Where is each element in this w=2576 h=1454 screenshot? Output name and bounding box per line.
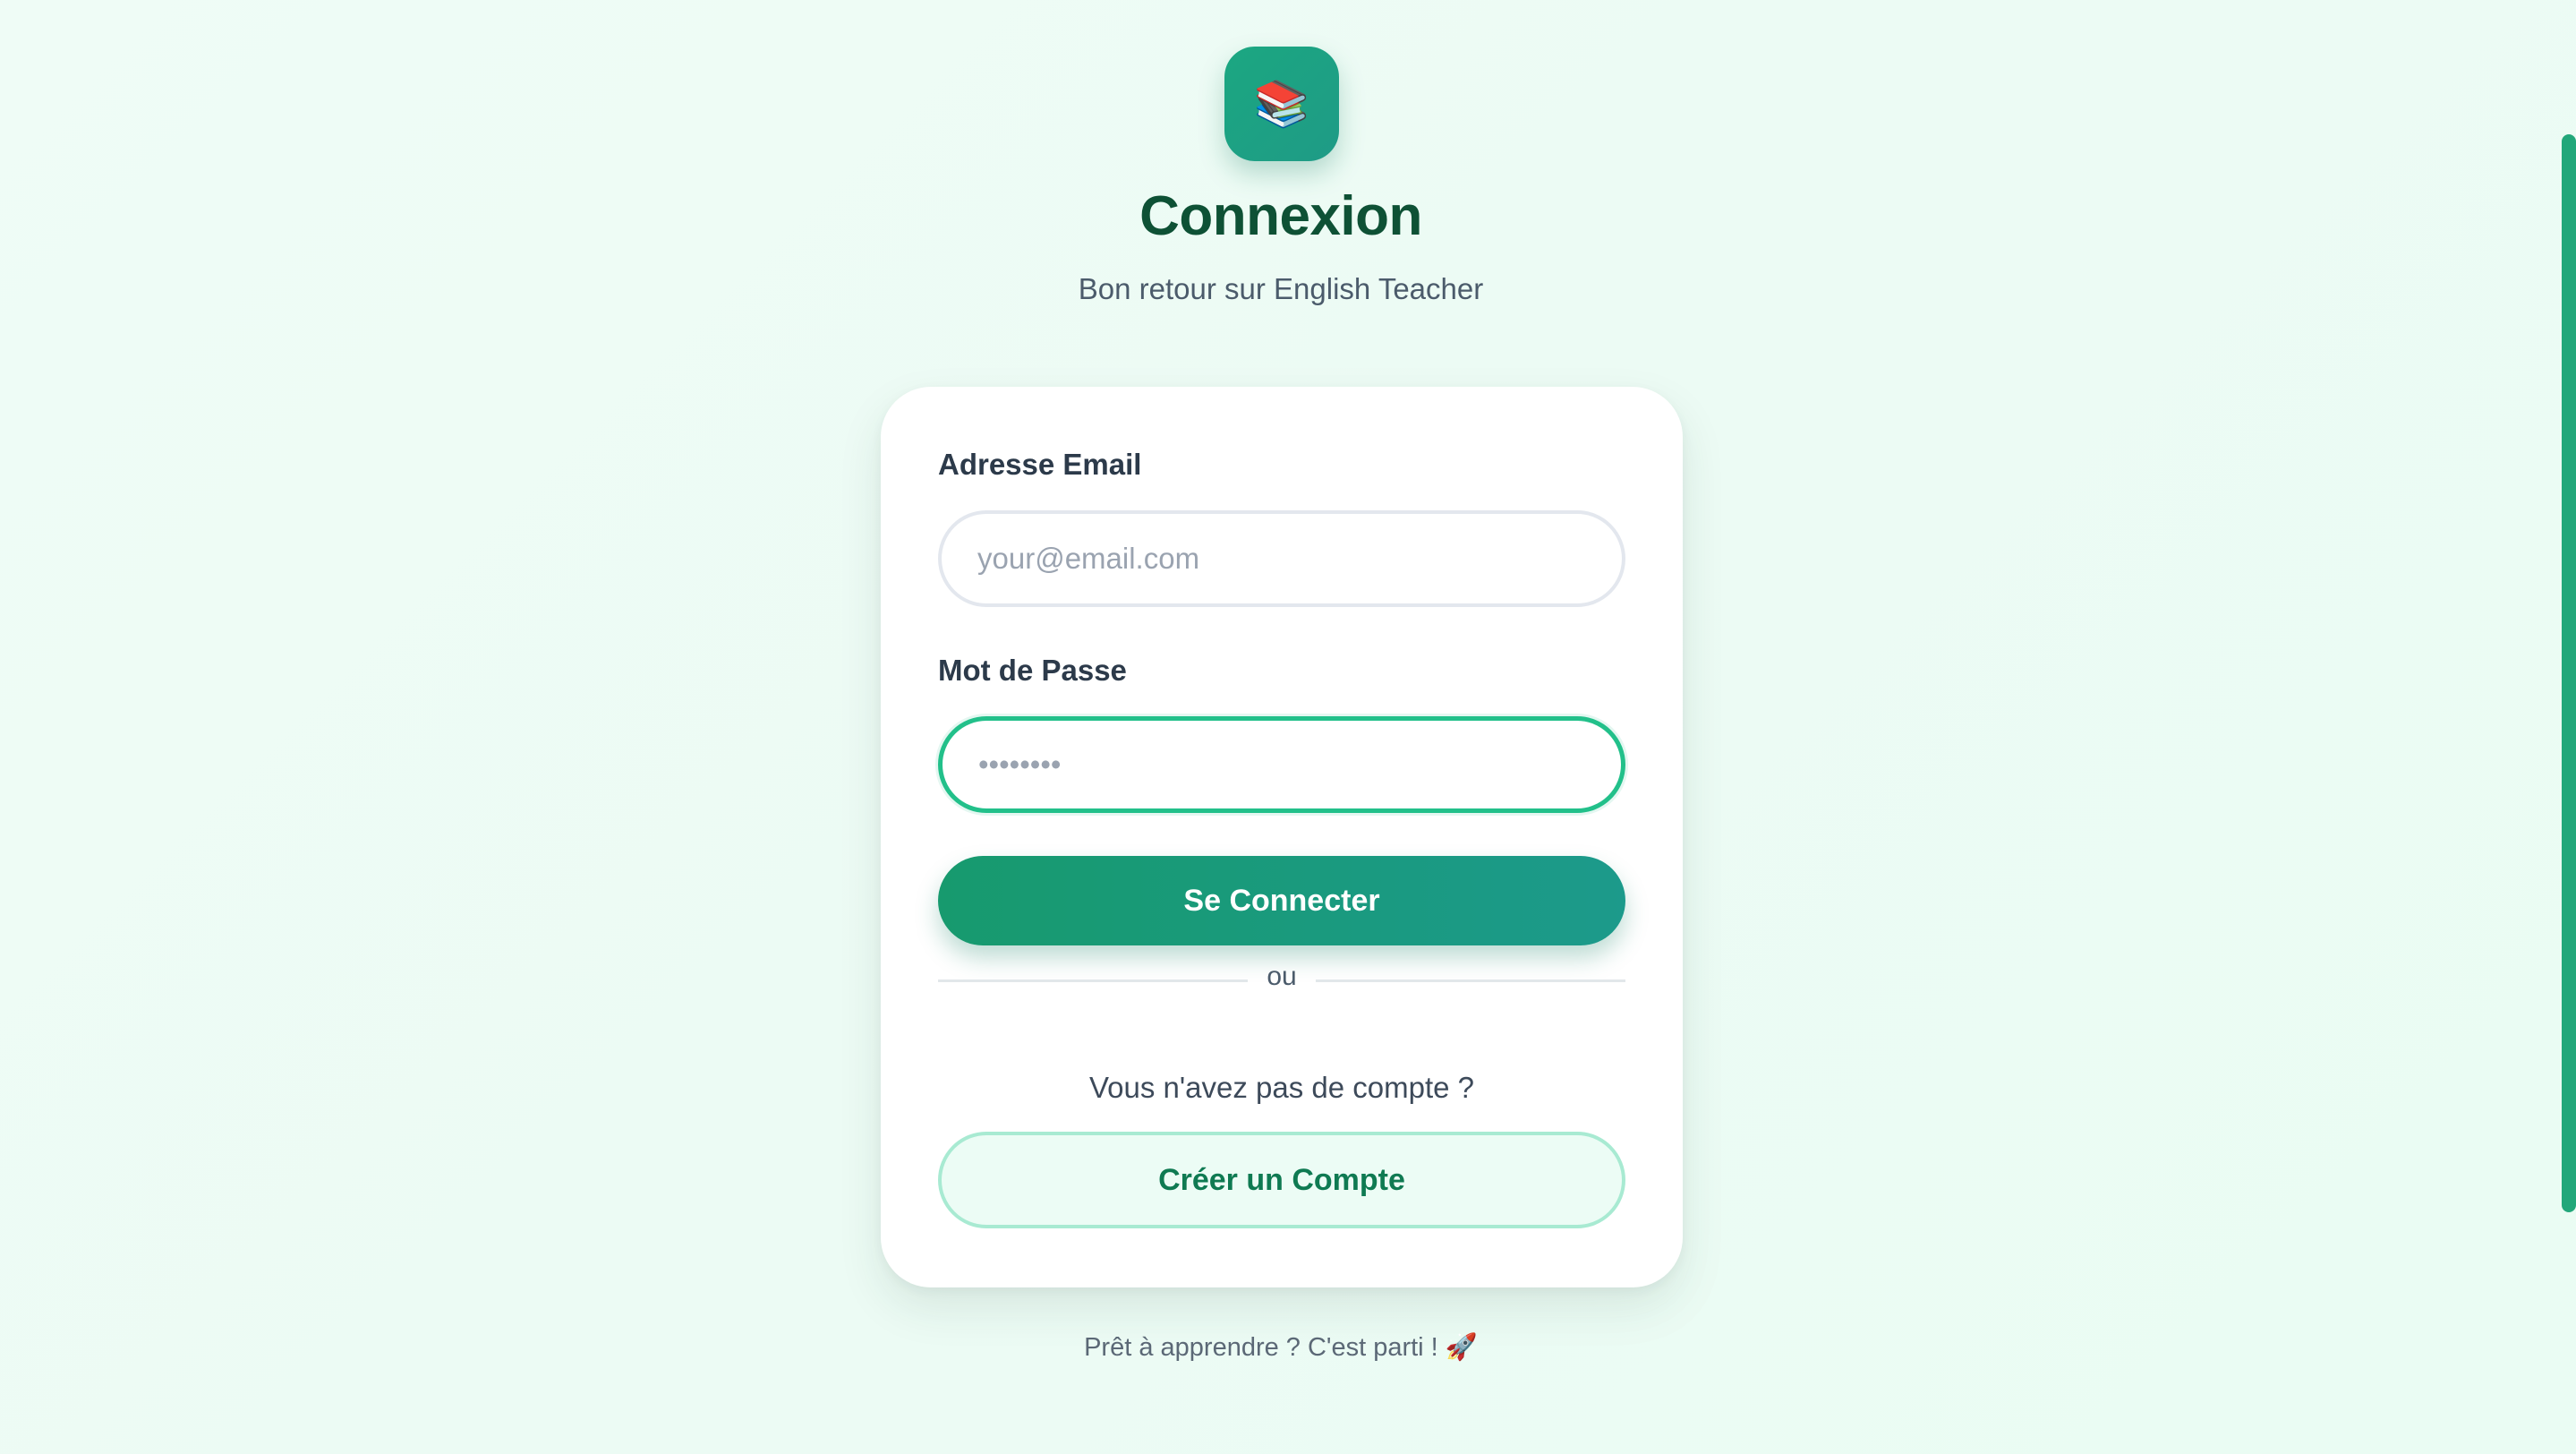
footer-tagline: Prêt à apprendre ? C'est parti ! 🚀 (1084, 1333, 1478, 1362)
login-card: Adresse Email Mot de Passe Se Connecter … (881, 387, 1683, 1287)
email-field[interactable] (938, 510, 1625, 607)
password-field[interactable] (938, 716, 1625, 813)
divider-text: ou (1267, 962, 1297, 991)
create-account-button[interactable]: Créer un Compte (938, 1132, 1625, 1228)
login-page: 📚 Connexion Bon retour sur English Teach… (0, 0, 2576, 1454)
password-label: Mot de Passe (938, 654, 1127, 687)
books-icon: 📚 (1253, 79, 1310, 129)
divider-line-right (1316, 979, 1625, 982)
page-subtitle: Bon retour sur English Teacher (1078, 272, 1484, 305)
email-label: Adresse Email (938, 448, 1142, 481)
login-button[interactable]: Se Connecter (938, 856, 1625, 945)
or-divider: ou (938, 960, 1625, 999)
no-account-text: Vous n'avez pas de compte ? (1088, 1071, 1475, 1104)
scrollbar-thumb[interactable] (2562, 134, 2576, 1212)
page-title: Connexion (1139, 185, 1422, 247)
app-logo: 📚 (1224, 47, 1339, 161)
